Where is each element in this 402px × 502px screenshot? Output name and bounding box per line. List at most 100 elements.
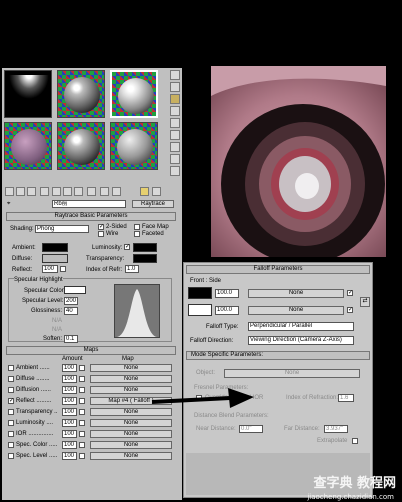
copy-material-icon[interactable] bbox=[52, 187, 61, 196]
map-slot-button[interactable]: None bbox=[90, 375, 172, 383]
map-amount-arrows[interactable] bbox=[79, 409, 85, 415]
luminosity-checkbox[interactable]: ✓ bbox=[124, 244, 130, 250]
front-color-swatch[interactable] bbox=[188, 287, 212, 299]
map-slot-button[interactable]: None bbox=[90, 441, 172, 449]
near-distance-field[interactable]: 0.0" bbox=[239, 425, 263, 433]
transparency-color-swatch[interactable] bbox=[133, 254, 157, 263]
map-amount-arrows[interactable] bbox=[79, 365, 85, 371]
side-map-button[interactable]: None bbox=[248, 306, 344, 315]
falloff-type-select[interactable]: Perpendicular / Parallel bbox=[248, 322, 354, 331]
map-amount-arrows[interactable] bbox=[79, 420, 85, 426]
specular-level-spinner[interactable]: 200 bbox=[64, 297, 78, 305]
select-by-material-icon[interactable] bbox=[170, 154, 180, 164]
backlight-icon[interactable] bbox=[170, 82, 180, 92]
extrapolate-checkbox[interactable] bbox=[352, 438, 358, 444]
go-to-parent-icon[interactable] bbox=[140, 187, 149, 196]
material-slot-3-active[interactable] bbox=[110, 70, 158, 118]
map-enable-checkbox[interactable] bbox=[8, 431, 14, 437]
sample-uv-tiling-icon[interactable] bbox=[170, 106, 180, 116]
material-name-field[interactable]: Rb前 bbox=[52, 200, 126, 208]
front-amount-spinner[interactable]: 100.0 bbox=[215, 289, 239, 298]
map-amount-spinner[interactable]: 100 bbox=[62, 441, 77, 449]
map-amount-spinner[interactable]: 100 bbox=[62, 386, 77, 394]
maps-header[interactable]: Maps bbox=[6, 346, 176, 355]
map-amount-spinner[interactable]: 100 bbox=[62, 375, 77, 383]
map-enable-checkbox[interactable] bbox=[8, 420, 14, 426]
material-slot-1[interactable] bbox=[4, 70, 52, 118]
map-enable-checkbox[interactable] bbox=[8, 409, 14, 415]
glossiness-spinner[interactable]: 40 bbox=[64, 307, 78, 315]
map-amount-spinner[interactable]: 100 bbox=[62, 419, 77, 427]
get-material-icon[interactable] bbox=[5, 187, 14, 196]
material-id-channel-icon[interactable] bbox=[87, 187, 96, 196]
map-slot-button[interactable]: None bbox=[90, 419, 172, 427]
diffuse-color-swatch[interactable] bbox=[42, 254, 68, 263]
specular-color-swatch[interactable] bbox=[64, 286, 86, 294]
go-forward-to-sibling-icon[interactable] bbox=[152, 187, 161, 196]
map-enable-checkbox[interactable] bbox=[8, 387, 14, 393]
mode-specific-parameters-header[interactable]: Mode Specific Parameters: bbox=[186, 351, 370, 360]
side-color-swatch[interactable] bbox=[188, 304, 212, 316]
material-slot-2[interactable] bbox=[57, 70, 105, 118]
show-end-result-icon[interactable] bbox=[112, 187, 121, 196]
map-enable-checkbox[interactable] bbox=[8, 442, 14, 448]
put-to-library-icon[interactable] bbox=[74, 187, 83, 196]
map-amount-spinner[interactable]: 100 bbox=[62, 408, 77, 416]
make-preview-icon[interactable] bbox=[170, 130, 180, 140]
map-slot-button[interactable]: None bbox=[90, 364, 172, 372]
two-sided-checkbox[interactable]: ✓ bbox=[98, 224, 104, 230]
make-unique-icon[interactable] bbox=[63, 187, 72, 196]
side-amount-spinner[interactable]: 100.0 bbox=[215, 306, 239, 315]
map-amount-arrows[interactable] bbox=[79, 453, 85, 459]
pick-material-icon[interactable]: ⌖ bbox=[7, 201, 10, 208]
show-map-in-viewport-icon[interactable] bbox=[100, 187, 109, 196]
falloff-direction-select[interactable]: Viewing Direction (Camera Z-Axis) bbox=[248, 336, 354, 345]
map-amount-spinner[interactable]: 100 bbox=[62, 452, 77, 460]
map-amount-arrows[interactable] bbox=[79, 431, 85, 437]
background-icon[interactable] bbox=[170, 94, 180, 104]
face-map-checkbox[interactable] bbox=[134, 224, 140, 230]
map-amount-arrows[interactable] bbox=[79, 442, 85, 448]
material-type-button[interactable]: Raytrace bbox=[132, 200, 174, 208]
index-of-refraction-field[interactable]: 1.6 bbox=[338, 394, 354, 402]
map-enable-checkbox[interactable] bbox=[8, 365, 14, 371]
material-slot-5[interactable] bbox=[57, 122, 105, 170]
material-navigator-icon[interactable] bbox=[170, 166, 180, 176]
map-amount-spinner[interactable]: 100 bbox=[62, 397, 77, 405]
material-slot-4[interactable] bbox=[4, 122, 52, 170]
falloff-parameters-header[interactable]: Falloff Parameters bbox=[186, 265, 370, 274]
front-map-checkbox[interactable]: ✓ bbox=[347, 290, 353, 296]
map-slot-button[interactable]: None bbox=[90, 430, 172, 438]
map-enable-checkbox[interactable]: ✓ bbox=[8, 398, 14, 404]
put-to-scene-icon[interactable] bbox=[16, 187, 25, 196]
front-map-button[interactable]: None bbox=[248, 289, 344, 298]
reflect-spinner[interactable]: 100 bbox=[42, 265, 58, 273]
index-of-refraction-spinner[interactable]: 1.0 bbox=[125, 265, 139, 273]
raytrace-basic-parameters-header[interactable]: Raytrace Basic Parameters bbox=[6, 212, 176, 221]
reset-map-icon[interactable] bbox=[40, 187, 49, 196]
map-amount-arrows[interactable] bbox=[79, 398, 85, 404]
assign-to-selection-icon[interactable] bbox=[27, 187, 36, 196]
reflect-map-button[interactable] bbox=[60, 266, 66, 272]
map-amount-spinner[interactable]: 100 bbox=[62, 364, 77, 372]
swap-colors-icon[interactable]: ⇄ bbox=[360, 297, 370, 307]
map-amount-arrows[interactable] bbox=[79, 376, 85, 382]
luminosity-color-swatch[interactable] bbox=[133, 243, 157, 252]
faceted-checkbox[interactable] bbox=[134, 231, 140, 237]
shading-select[interactable]: Phong bbox=[35, 225, 89, 233]
far-distance-field[interactable]: 3.937" bbox=[324, 425, 348, 433]
map-enable-checkbox[interactable] bbox=[8, 453, 14, 459]
video-color-check-icon[interactable] bbox=[170, 118, 180, 128]
soften-spinner[interactable]: 0.1 bbox=[64, 335, 78, 343]
ambient-color-swatch[interactable] bbox=[42, 243, 68, 252]
side-map-checkbox[interactable]: ✓ bbox=[347, 307, 353, 313]
material-slot-6[interactable] bbox=[110, 122, 158, 170]
map-enable-checkbox[interactable] bbox=[8, 376, 14, 382]
map-amount-arrows[interactable] bbox=[79, 387, 85, 393]
sample-type-icon[interactable] bbox=[170, 70, 180, 80]
object-pick-button[interactable]: None bbox=[224, 369, 360, 378]
wire-checkbox[interactable] bbox=[98, 231, 104, 237]
map-amount-spinner[interactable]: 100 bbox=[62, 430, 77, 438]
map-slot-button[interactable]: None bbox=[90, 452, 172, 460]
options-icon[interactable] bbox=[170, 142, 180, 152]
